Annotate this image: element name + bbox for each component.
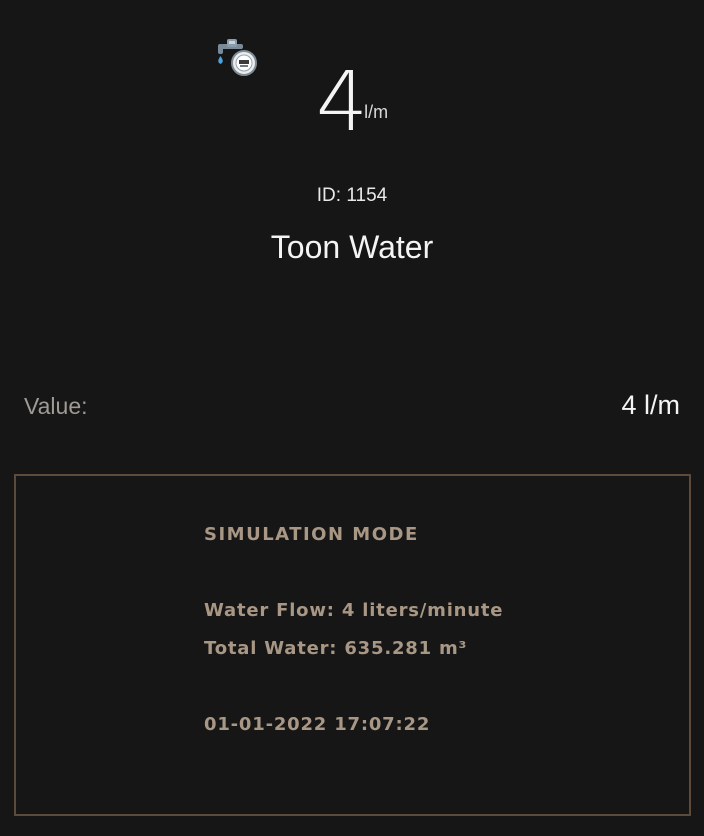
device-detail-page: 4l/m ID: 1154 Toon Water Value: 4 l/m SI… [0, 0, 704, 836]
value-row: Value: 4 l/m [24, 390, 680, 421]
value-reading: 4 l/m [621, 390, 680, 420]
current-flow-unit: l/m [364, 102, 389, 122]
value-label: Value: [24, 393, 88, 419]
device-id: ID: 1154 [316, 185, 388, 206]
device-name: Toon Water [270, 229, 434, 265]
water-flow-text: Water Flow: 4 liters/minute [204, 600, 504, 621]
simulation-timestamp: 01-01-2022 17:07:22 [204, 714, 431, 735]
simulation-panel: SIMULATION MODE Water Flow: 4 liters/min… [14, 474, 691, 816]
simulation-title: SIMULATION MODE [204, 524, 419, 545]
current-flow-value: 4 [315, 55, 368, 150]
total-water-text: Total Water: 635.281 m³ [204, 638, 468, 659]
current-flow-display: 4l/m [0, 62, 704, 144]
